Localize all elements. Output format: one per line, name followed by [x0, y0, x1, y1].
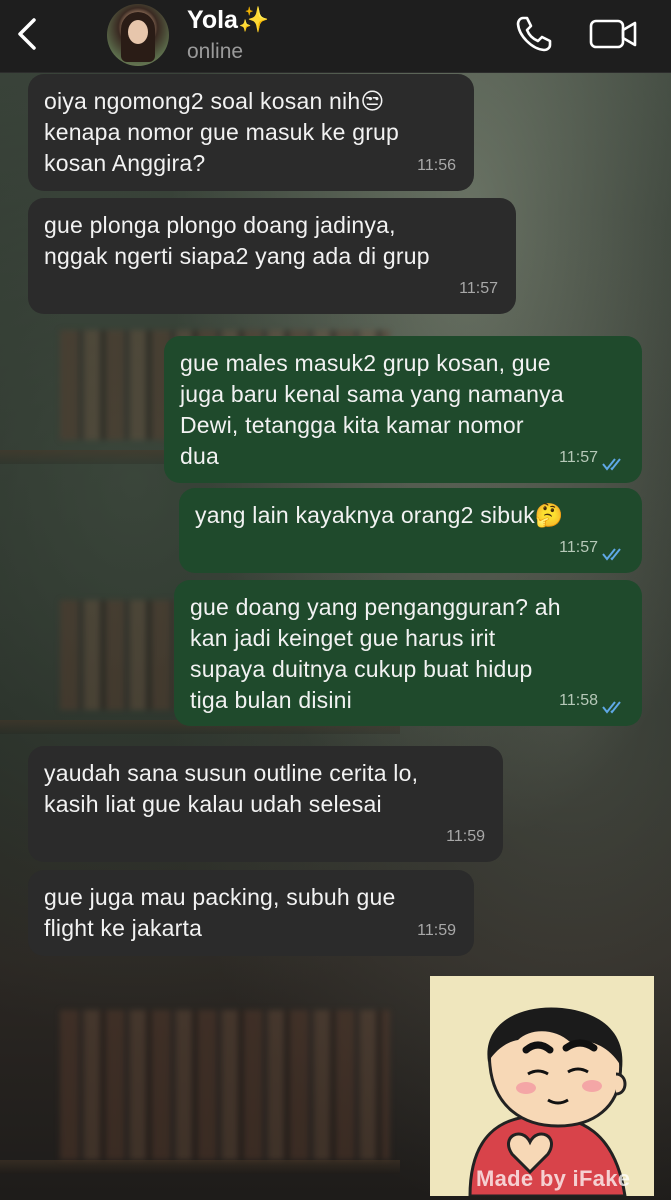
read-receipt-icon [602, 458, 621, 471]
message-time: 11:56 [417, 157, 456, 174]
avatar[interactable] [107, 4, 169, 66]
message-time: 11:59 [446, 828, 485, 845]
message-text: yaudah sana susun outline cerita lo, kas… [44, 760, 419, 817]
back-button[interactable] [12, 16, 46, 52]
outgoing-message[interactable]: yang lain kayaknya orang2 sibuk🤔 11:57 [179, 488, 642, 573]
read-receipt-icon [602, 548, 621, 561]
phone-icon [516, 16, 552, 52]
message-time: 11:59 [417, 922, 456, 939]
message-text: gue juga mau packing, subuh gue flight k… [44, 884, 396, 941]
outgoing-message[interactable]: gue males masuk2 grup kosan, gue juga ba… [164, 336, 642, 483]
message-time: 11:58 [559, 692, 598, 709]
read-receipt-icon [602, 701, 621, 714]
message-text: yang lain kayaknya orang2 sibuk🤔 [195, 502, 564, 528]
wallpaper-shelf [0, 1160, 400, 1174]
outgoing-message[interactable]: gue doang yang pengangguran? ah kan jadi… [174, 580, 642, 726]
message-time: 11:57 [459, 280, 498, 297]
incoming-message[interactable]: oiya ngomong2 soal kosan nih😒 kenapa nom… [28, 74, 474, 191]
message-time: 11:57 [559, 539, 598, 556]
crayon-shinchan-heart-sticker-icon [430, 976, 654, 1196]
incoming-message[interactable]: gue plonga plongo doang jadinya, nggak n… [28, 198, 516, 314]
sticker-message[interactable] [430, 976, 654, 1196]
wallpaper-books [60, 1010, 390, 1160]
message-text: gue plonga plongo doang jadinya, nggak n… [44, 212, 430, 269]
contact-status: online [187, 40, 244, 63]
video-call-button[interactable] [589, 16, 639, 52]
video-camera-icon [589, 19, 637, 49]
avatar-face [128, 20, 148, 44]
chat-header: Yola✨ online [0, 0, 671, 73]
watermark-text: Made by iFake [476, 1166, 631, 1191]
message-time: 11:57 [559, 449, 598, 466]
message-text: oiya ngomong2 soal kosan nih😒 kenapa nom… [44, 88, 400, 176]
voice-call-button[interactable] [514, 14, 554, 54]
chevron-left-icon [18, 18, 36, 50]
incoming-message[interactable]: gue juga mau packing, subuh gue flight k… [28, 870, 474, 956]
incoming-message[interactable]: yaudah sana susun outline cerita lo, kas… [28, 746, 503, 862]
contact-name[interactable]: Yola✨ [187, 6, 269, 35]
